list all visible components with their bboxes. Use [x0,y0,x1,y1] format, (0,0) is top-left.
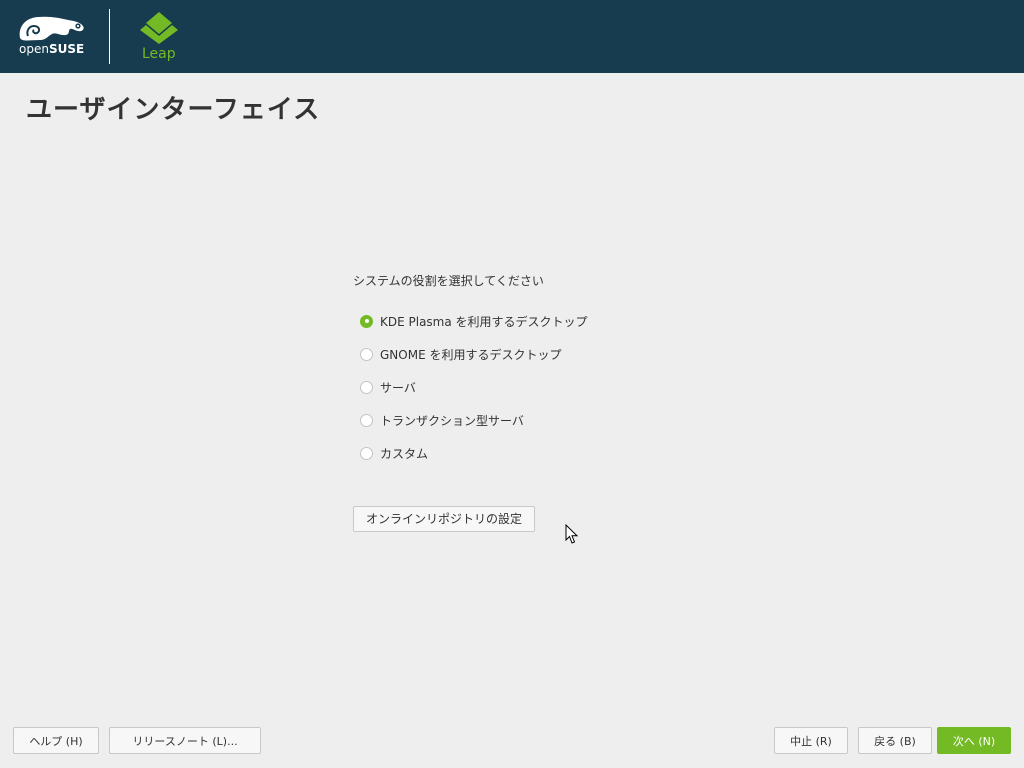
radio-label: サーバ [380,380,416,395]
help-button[interactable]: ヘルプ (H) [13,727,99,754]
opensuse-logo: openSUSE [16,12,92,60]
chameleon-icon [19,16,84,41]
radio-button[interactable] [360,347,373,361]
online-repositories-button[interactable]: オンラインリポジトリの設定 [353,506,536,532]
logo-text-open: open [19,42,49,56]
header-bar: openSUSE Leap [0,0,1024,73]
radio-custom[interactable]: カスタム [360,444,428,462]
back-button[interactable]: 戻る (B) [858,727,932,754]
radio-button[interactable] [360,380,373,394]
radio-button[interactable] [360,314,373,328]
radio-button[interactable] [360,413,373,427]
radio-server[interactable]: サーバ [360,378,416,396]
logo-text-suse: SUSE [48,42,85,56]
next-button[interactable]: 次へ (N) [937,727,1011,754]
radio-kde-plasma[interactable]: KDE Plasma を利用するデスクトップ [360,312,588,330]
radio-label: カスタム [380,446,429,461]
radio-label: GNOME を利用するデスクトップ [380,347,562,362]
radio-gnome[interactable]: GNOME を利用するデスクトップ [360,345,561,363]
header-divider [109,9,110,64]
leap-icon [140,12,178,44]
abort-button[interactable]: 中止 (R) [774,727,848,754]
radio-label: KDE Plasma を利用するデスクトップ [380,314,588,329]
leap-wordmark: Leap [142,46,176,62]
radio-transactional-server[interactable]: トランザクション型サーバ [360,411,524,429]
page-title: ユーザインターフェイス [26,95,321,125]
radio-button[interactable] [360,446,373,460]
role-question: システムの役割を選択してください [353,274,544,288]
radio-label: トランザクション型サーバ [380,413,524,428]
opensuse-wordmark: openSUSE [19,42,84,56]
release-notes-button[interactable]: リリースノート (L)... [109,727,261,754]
leap-logo: Leap [137,10,181,64]
mouse-cursor-icon [565,524,579,544]
